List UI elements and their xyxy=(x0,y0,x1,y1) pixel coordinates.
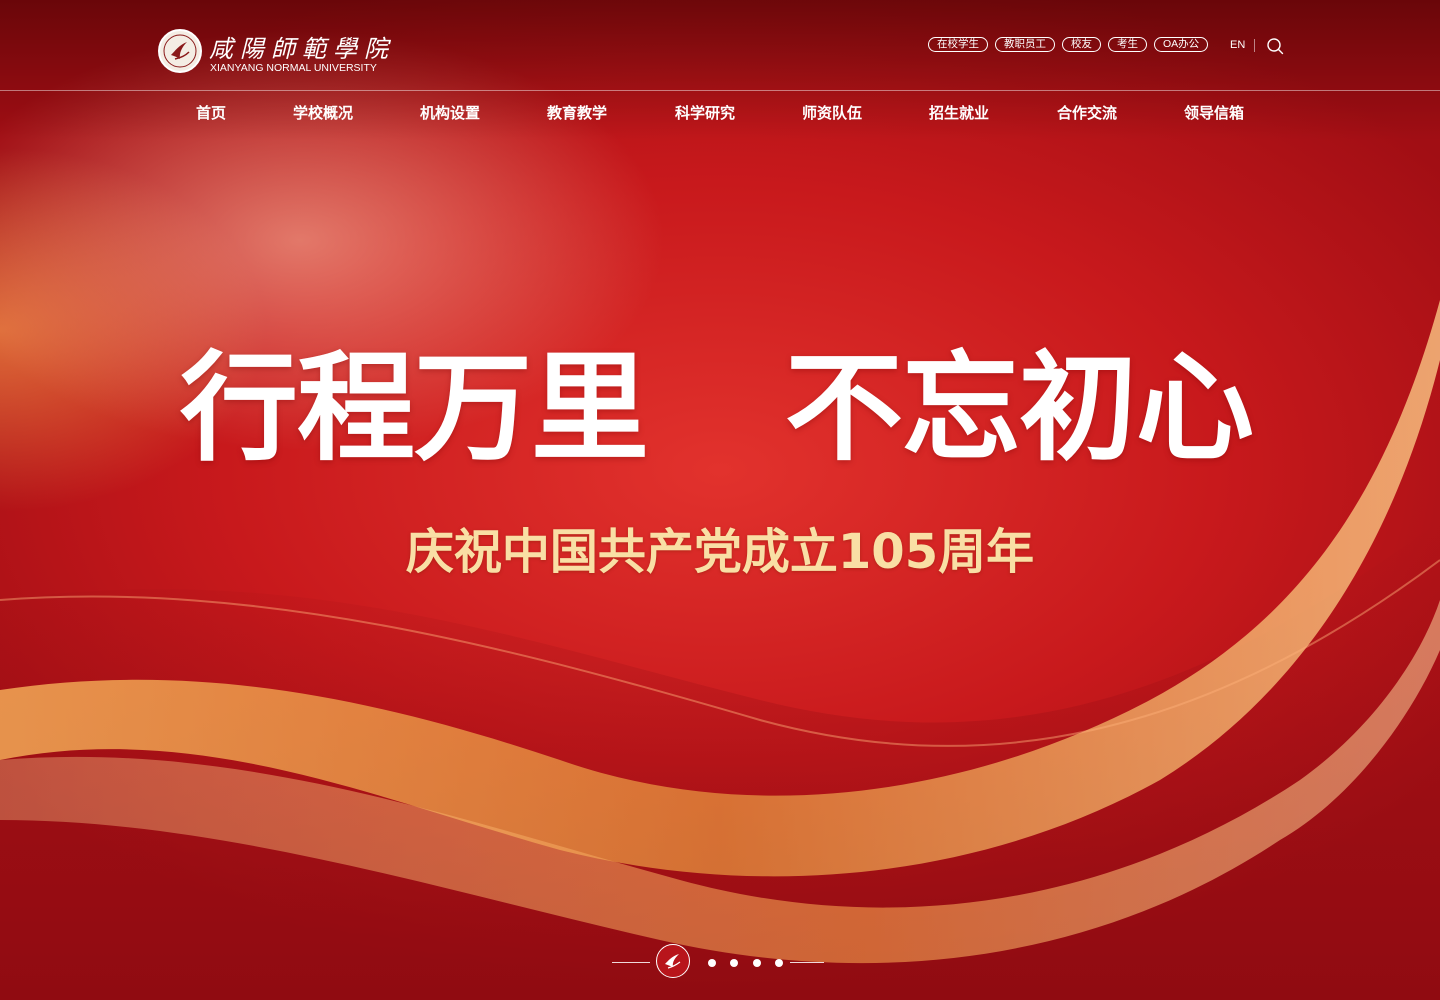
quick-link-staff[interactable]: 教职员工 xyxy=(995,37,1055,52)
language-divider xyxy=(1254,39,1255,52)
logo-chinese-name: 咸陽師範學院 xyxy=(209,35,395,63)
hero-background-art xyxy=(0,300,1440,1000)
pager-line-right xyxy=(790,962,824,963)
slider-pagination xyxy=(612,942,828,982)
hero-headline-right: 不忘初心 xyxy=(785,339,1254,477)
quick-link-alumni[interactable]: 校友 xyxy=(1062,37,1101,52)
quick-link-students[interactable]: 在校学生 xyxy=(928,37,988,52)
top-bar: 咸陽師範學院 XIANYANG NORMAL UNIVERSITY 在校学生 教… xyxy=(0,0,1440,91)
nav-item-faculty[interactable]: 师资队伍 xyxy=(802,102,862,123)
search-icon[interactable] xyxy=(1266,37,1284,55)
slider-dot-2[interactable] xyxy=(730,959,738,967)
slider-logo-icon xyxy=(656,944,690,978)
nav-item-departments[interactable]: 机构设置 xyxy=(420,102,480,123)
slider-dot-3[interactable] xyxy=(753,959,761,967)
slider-dot-4[interactable] xyxy=(775,959,783,967)
quick-links: 在校学生 教职员工 校友 考生 OA办公 xyxy=(928,37,1215,53)
nav-item-about[interactable]: 学校概况 xyxy=(293,102,353,123)
hero-subheadline: 庆祝中国共产党成立105周年 xyxy=(405,524,1035,580)
nav-item-admissions[interactable]: 招生就业 xyxy=(929,102,989,123)
hero-headline-left: 行程万里 xyxy=(180,339,649,477)
main-nav: 首页 学校概况 机构设置 教育教学 科学研究 师资队伍 招生就业 合作交流 领导… xyxy=(0,102,1440,128)
quick-link-applicants[interactable]: 考生 xyxy=(1108,37,1147,52)
logo-english-name: XIANYANG NORMAL UNIVERSITY xyxy=(210,62,377,74)
nav-item-cooperation[interactable]: 合作交流 xyxy=(1057,102,1117,123)
language-toggle[interactable]: EN xyxy=(1230,39,1245,51)
homepage: 咸陽師範學院 XIANYANG NORMAL UNIVERSITY 在校学生 教… xyxy=(0,0,1440,1000)
nav-item-research[interactable]: 科学研究 xyxy=(675,102,735,123)
nav-item-education[interactable]: 教育教学 xyxy=(547,102,607,123)
site-logo[interactable]: 咸陽師範學院 XIANYANG NORMAL UNIVERSITY xyxy=(158,29,418,75)
nav-item-mailbox[interactable]: 领导信箱 xyxy=(1184,102,1244,123)
pager-line-left xyxy=(612,962,650,963)
quick-link-oa[interactable]: OA办公 xyxy=(1154,37,1209,52)
slider-dot-1[interactable] xyxy=(708,959,716,967)
logo-seal xyxy=(158,29,202,73)
nav-item-home[interactable]: 首页 xyxy=(196,102,226,123)
